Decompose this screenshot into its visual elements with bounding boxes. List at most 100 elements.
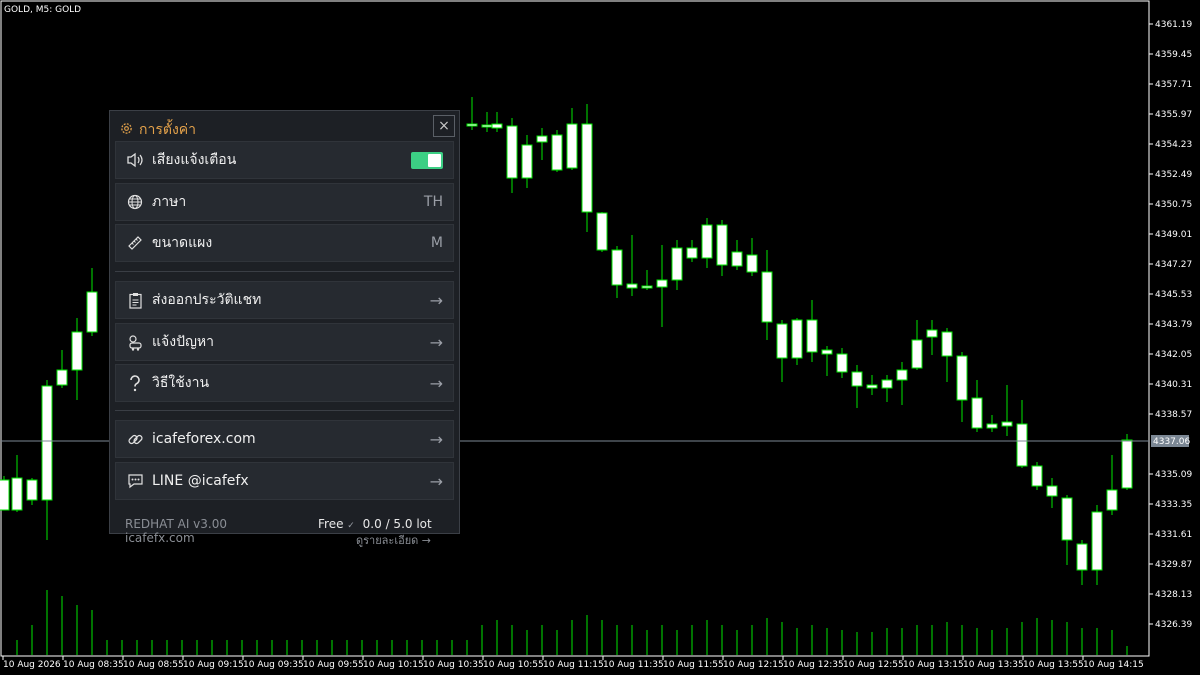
candle-body: [971, 397, 983, 429]
globe-icon: [126, 193, 144, 211]
time-tick-label: 10 Aug 09:35: [243, 660, 304, 670]
time-tick-label: 10 Aug 09:15: [183, 660, 244, 670]
candle-body: [581, 123, 593, 213]
close-icon: ×: [438, 118, 450, 134]
report-issue-row[interactable]: แจ้งปัญหา →: [115, 323, 454, 361]
time-tick-label: 10 Aug 08:35: [63, 660, 124, 670]
candle-body: [671, 247, 683, 281]
candle-body: [926, 329, 938, 338]
price-tick-label: 4340.31: [1155, 380, 1192, 390]
candle-body: [56, 369, 68, 386]
details-link[interactable]: ดูรายละเอียด →: [356, 531, 431, 549]
candle-body: [466, 123, 478, 127]
candle-body: [626, 283, 638, 289]
time-tick-label: 10 Aug 12:55: [843, 660, 904, 670]
candle-body: [956, 355, 968, 401]
arrow-right-icon: →: [429, 429, 443, 449]
time-tick-label: 10 Aug 11:15: [543, 660, 604, 670]
candle-body: [11, 477, 23, 511]
candle-body: [731, 251, 743, 267]
candle-body: [941, 331, 953, 357]
candle-body: [911, 339, 923, 369]
candle-body: [566, 123, 578, 169]
price-tick-label: 4349.01: [1155, 230, 1192, 240]
price-tick-label: 4359.45: [1155, 50, 1192, 60]
candle-body: [896, 369, 908, 381]
arrow-right-icon: →: [429, 471, 443, 491]
candle-body: [641, 285, 653, 289]
candle-body: [86, 291, 98, 333]
export-chat-row[interactable]: ส่งออกประวัติแชท →: [115, 281, 454, 319]
question-icon: [126, 374, 144, 392]
version-text: REDHAT AI v3.00: [125, 517, 227, 531]
time-tick-label: 10 Aug 10:55: [483, 660, 544, 670]
time-tick-label: 10 Aug 13:35: [963, 660, 1024, 670]
chat-icon: [126, 472, 144, 490]
price-tick-label: 4326.39: [1155, 620, 1192, 630]
plan-name: Free: [318, 517, 344, 531]
export-chat-label: ส่งออกประวัติแชท: [152, 292, 262, 308]
sound-toggle[interactable]: [411, 151, 443, 169]
current-price-tag: 4337.06: [1153, 437, 1190, 447]
candle-body: [1001, 421, 1013, 427]
settings-title: การตั้งค่า: [120, 119, 196, 141]
arrow-right-icon: →: [429, 290, 443, 310]
price-tick-label: 4333.35: [1155, 500, 1192, 510]
panel-size-label: ขนาดแผง: [152, 235, 213, 251]
candle-body: [776, 323, 788, 359]
price-tick-label: 4350.75: [1155, 200, 1192, 210]
price-tick-label: 4352.49: [1155, 170, 1192, 180]
candle-body: [1061, 497, 1073, 541]
price-tick-label: 4347.27: [1155, 260, 1192, 270]
site-link[interactable]: icafefx.com: [125, 531, 195, 545]
link-icon: [126, 430, 144, 448]
panel-size-value: M: [430, 235, 443, 251]
candle-body: [481, 124, 493, 128]
time-tick-label: 10 Aug 10:15: [363, 660, 424, 670]
candle-body: [26, 479, 38, 501]
candle-body: [536, 135, 548, 143]
candle-body: [701, 224, 713, 259]
ruler-icon: [126, 234, 144, 252]
sound-row[interactable]: เสียงแจ้งเตือน: [115, 141, 454, 179]
line-link-label: LINE @icafefx: [152, 473, 249, 489]
how-to-use-row[interactable]: วิธีใช้งาน →: [115, 364, 454, 402]
how-to-use-label: วิธีใช้งาน: [152, 375, 210, 391]
panel-size-row[interactable]: ขนาดแผง M: [115, 224, 454, 262]
divider: [115, 410, 454, 411]
candle-body: [1046, 485, 1058, 497]
time-tick-label: 10 Aug 08:55: [123, 660, 184, 670]
line-link-row[interactable]: LINE @icafefx →: [115, 462, 454, 500]
candle-body: [611, 249, 623, 286]
price-tick-label: 4331.61: [1155, 530, 1192, 540]
language-label: ภาษา: [152, 194, 187, 210]
website-link-row[interactable]: icafeforex.com →: [115, 420, 454, 458]
price-tick-label: 4345.53: [1155, 290, 1192, 300]
website-link-label: icafeforex.com: [152, 431, 256, 447]
candle-body: [746, 254, 758, 273]
candle-body: [491, 123, 503, 129]
candle-body: [656, 279, 668, 288]
candle-body: [686, 247, 698, 259]
time-tick-label: 10 Aug 14:15: [1083, 660, 1144, 670]
candle-body: [821, 349, 833, 355]
candle-body: [71, 331, 83, 371]
time-tick-label: 10 Aug 09:55: [303, 660, 364, 670]
divider: [115, 271, 454, 272]
candle-body: [866, 384, 878, 389]
sound-label: เสียงแจ้งเตือน: [152, 152, 237, 168]
candle-body: [806, 319, 818, 353]
clipboard-icon: [126, 291, 144, 309]
candle-body: [1091, 511, 1103, 571]
time-tick-label: 10 Aug 13:55: [1023, 660, 1084, 670]
candle-body: [506, 125, 518, 179]
candle-body: [596, 212, 608, 251]
lot-usage: 0.0 / 5.0 lot: [362, 517, 432, 531]
check-icon: ✓: [347, 521, 355, 531]
candle-body: [1076, 543, 1088, 571]
language-row[interactable]: ภาษา TH: [115, 183, 454, 221]
candle-body: [851, 371, 863, 387]
time-tick-label: 10 Aug 10:35: [423, 660, 484, 670]
time-tick-label: 10 Aug 12:35: [783, 660, 844, 670]
close-button[interactable]: ×: [433, 115, 455, 137]
